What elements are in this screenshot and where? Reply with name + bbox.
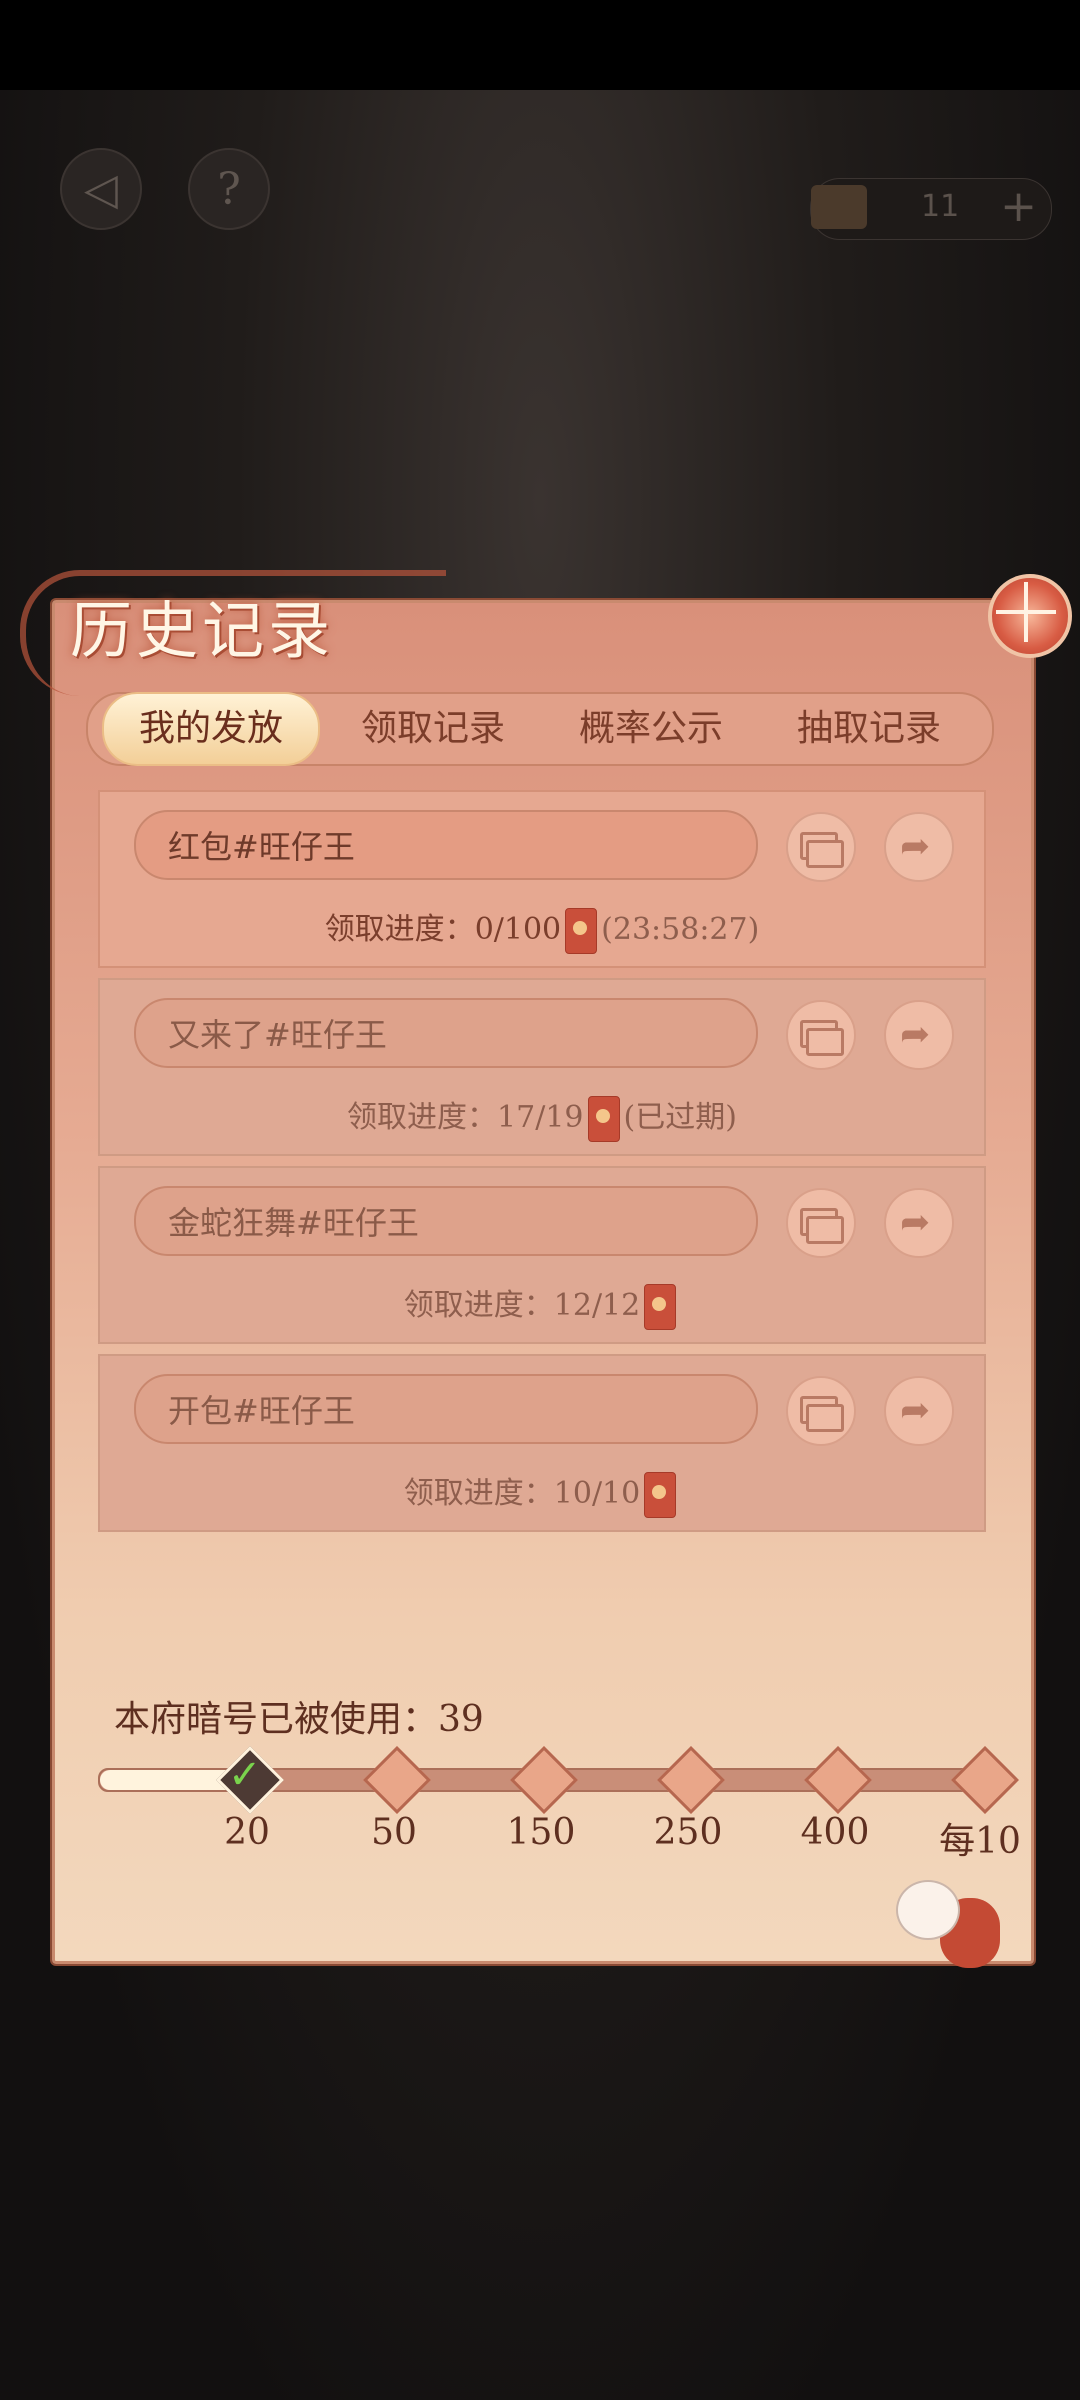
milestone-label: 20 [224,1812,270,1853]
red-envelope-icon [565,908,598,954]
record-name-field[interactable]: 红包#旺仔王 [134,810,758,880]
help-icon: ? [217,163,241,215]
milestone-label: 400 [800,1812,870,1853]
share-icon: ➦ [900,1014,931,1055]
claim-progress: 领取进度：12/12 [100,1280,984,1330]
milestone-label: 50 [371,1812,417,1853]
red-envelope-icon [644,1472,677,1518]
milestone-label: 250 [653,1812,723,1853]
currency-counter: 11 + [810,178,1052,240]
copy-button[interactable] [786,812,856,882]
back-arrow-icon: ◁ [84,163,118,215]
share-button[interactable]: ➦ [884,1376,954,1446]
chest-icon [811,185,867,229]
milestone-label: 每10 [939,1821,1021,1862]
currency-count: 11 [921,189,960,224]
record-name-field[interactable]: 又来了#旺仔王 [134,998,758,1068]
tab-draw-records[interactable]: 抽取记录 [764,694,974,764]
copy-button[interactable] [786,1188,856,1258]
record-item: 又来了#旺仔王 ➦ 领取进度：17/19 (已过期) [98,978,986,1156]
copy-button[interactable] [786,1376,856,1446]
tab-probability[interactable]: 概率公示 [546,694,756,764]
red-envelope-icon [587,1096,620,1142]
lantern-medal-icon [988,574,1072,658]
share-icon: ➦ [900,826,931,867]
add-currency-button[interactable]: + [1000,181,1037,232]
red-envelope-icon [644,1284,677,1330]
help-button[interactable]: ? [188,148,270,230]
usage-count: 本府暗号已被使用：39 [114,1699,484,1740]
record-item: 红包#旺仔王 ➦ 领取进度：0/100 (23:58:27) [98,790,986,968]
claim-progress: 领取进度：17/19 (已过期) [100,1092,984,1142]
page-title: 历史记录 [70,594,335,667]
record-item: 金蛇狂舞#旺仔王 ➦ 领取进度：12/12 [98,1166,986,1344]
tab-bar: 我的发放 领取记录 概率公示 抽取记录 [86,692,994,766]
claim-progress: 领取进度：10/10 [100,1468,984,1518]
record-item: 开包#旺仔王 ➦ 领取进度：10/10 [98,1354,986,1532]
record-name-field[interactable]: 开包#旺仔王 [134,1374,758,1444]
check-icon: ✓ [228,1752,262,1798]
share-button[interactable]: ➦ [884,1188,954,1258]
copy-button[interactable] [786,1000,856,1070]
share-icon: ➦ [900,1202,931,1243]
share-icon: ➦ [900,1390,931,1431]
claim-progress: 领取进度：0/100 (23:58:27) [100,904,984,954]
share-button[interactable]: ➦ [884,1000,954,1070]
record-name-field[interactable]: 金蛇狂舞#旺仔王 [134,1186,758,1256]
status-bar-area [0,0,1080,90]
back-button[interactable]: ◁ [60,148,142,230]
tab-my-distribution[interactable]: 我的发放 [102,692,320,766]
mascot-icon [896,1880,1006,1970]
milestone-label: 150 [506,1812,576,1853]
share-button[interactable]: ➦ [884,812,954,882]
tab-claim-records[interactable]: 领取记录 [328,694,538,764]
